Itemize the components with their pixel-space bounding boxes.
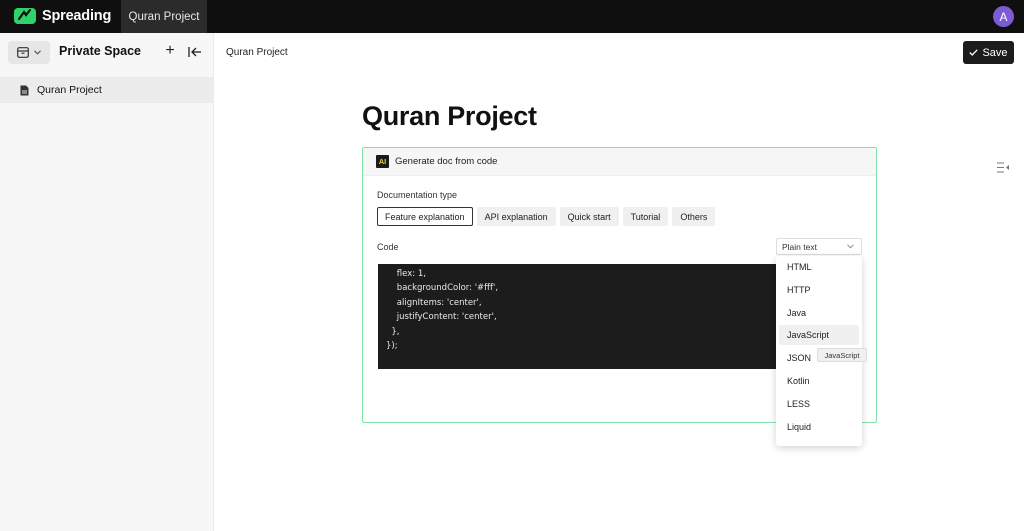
doc-type-others[interactable]: Others xyxy=(672,207,716,226)
language-select[interactable]: Plain text xyxy=(776,238,862,255)
sidebar-item-label: Quran Project xyxy=(37,84,102,96)
doc-type-quick-start[interactable]: Quick start xyxy=(559,207,619,226)
panel-title: Generate doc from code xyxy=(395,156,498,167)
table-of-contents-icon[interactable] xyxy=(997,162,1009,173)
document-icon xyxy=(20,85,29,95)
language-select-value: Plain text xyxy=(782,241,817,252)
save-label: Save xyxy=(982,46,1008,59)
sidebar: Private Space + Quran Project xyxy=(0,33,214,531)
tooltip: JavaScript xyxy=(817,348,867,362)
save-button[interactable]: Save xyxy=(963,41,1014,64)
tab-quran-project[interactable]: Quran Project xyxy=(121,0,207,33)
collapse-sidebar-icon[interactable] xyxy=(188,46,202,58)
language-option-kotlin[interactable]: Kotlin xyxy=(779,371,859,391)
chevron-down-icon xyxy=(847,244,854,249)
space-switcher-button[interactable] xyxy=(8,41,50,64)
language-option-javascript[interactable]: JavaScript xyxy=(779,325,859,345)
app-name: Spreading xyxy=(42,8,112,24)
documentation-type-options: Feature explanation API explanation Quic… xyxy=(377,207,716,226)
doc-type-feature-explanation[interactable]: Feature explanation xyxy=(377,207,473,226)
app-logo[interactable]: Spreading xyxy=(14,6,111,26)
documentation-type-label: Documentation type xyxy=(377,190,458,200)
top-bar: Spreading Quran Project A xyxy=(0,0,1024,33)
language-option-liquid[interactable]: Liquid xyxy=(779,417,859,437)
page-title[interactable]: Quran Project xyxy=(362,101,537,132)
spreading-logo-icon xyxy=(14,8,36,24)
ai-icon: AI xyxy=(376,155,389,168)
panel-header: AI Generate doc from code xyxy=(363,148,876,176)
check-icon xyxy=(969,49,979,56)
language-option-http[interactable]: HTTP xyxy=(779,280,859,300)
breadcrumb[interactable]: Quran Project xyxy=(226,47,288,58)
avatar[interactable]: A xyxy=(993,6,1014,27)
add-page-icon[interactable]: + xyxy=(163,43,177,59)
language-option-html[interactable]: HTML xyxy=(779,257,859,277)
doc-type-tutorial[interactable]: Tutorial xyxy=(622,207,669,226)
doc-type-api-explanation[interactable]: API explanation xyxy=(476,207,556,226)
archive-box-icon xyxy=(17,47,29,58)
sidebar-item-quran-project[interactable]: Quran Project xyxy=(0,77,213,103)
language-option-java[interactable]: Java xyxy=(779,303,859,323)
code-label: Code xyxy=(377,242,399,252)
language-option-less[interactable]: LESS xyxy=(779,394,859,414)
space-title: Private Space xyxy=(59,44,141,58)
chevron-down-icon xyxy=(34,50,41,55)
